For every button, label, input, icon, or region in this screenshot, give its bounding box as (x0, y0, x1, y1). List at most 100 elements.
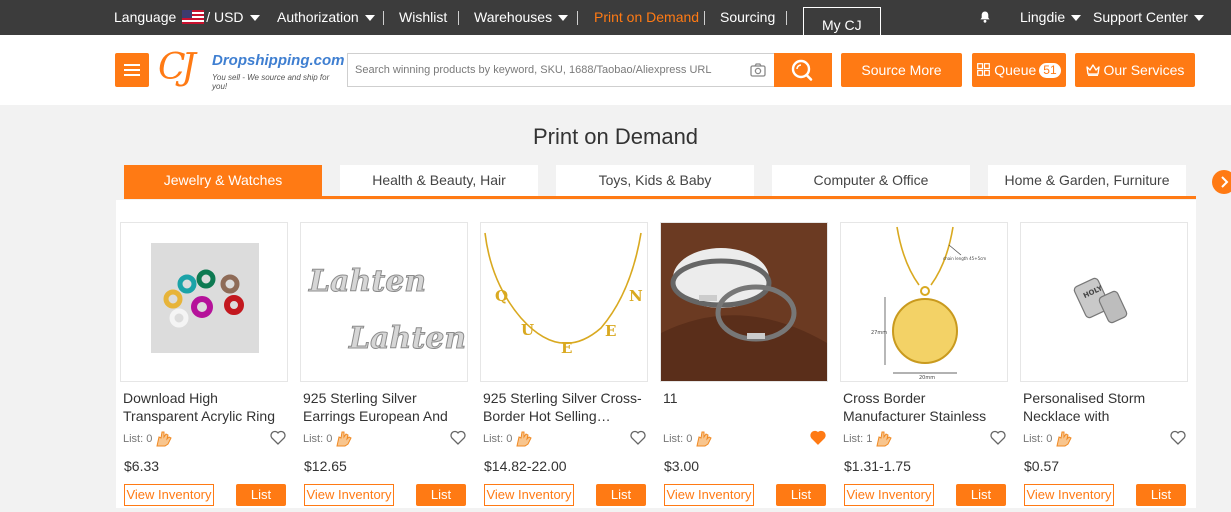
our-services-button[interactable]: Our Services (1075, 53, 1195, 87)
user-menu[interactable]: Lingdie (1020, 0, 1082, 35)
hand-point-icon (156, 431, 172, 447)
svg-text:Lahten: Lahten (308, 264, 426, 299)
svg-text:Lahten: Lahten (348, 321, 466, 356)
list-count: List: 0 (123, 433, 153, 445)
svg-text:E: E (561, 339, 572, 357)
print-on-demand-link[interactable]: Print on Demand (594, 0, 699, 35)
svg-text:27mm: 27mm (871, 330, 887, 336)
us-flag-icon (182, 10, 205, 24)
product-card[interactable]: QUEEN 925 Sterling Silver Cross-Border H… (480, 222, 648, 512)
hand-point-icon (336, 431, 352, 447)
product-price: $3.00 (664, 458, 700, 474)
support-center-label: Support Center (1093, 9, 1188, 25)
chevron-down-icon (1193, 15, 1204, 22)
list-button[interactable]: List (1136, 484, 1186, 506)
authorization-label: Authorization (277, 9, 359, 25)
queue-count-badge: 51 (1039, 63, 1061, 78)
search-input[interactable] (348, 54, 743, 86)
currency-label: / USD (206, 9, 244, 25)
list-button[interactable]: List (596, 484, 646, 506)
product-name[interactable]: Personalised Storm Necklace with Customi… (1023, 389, 1185, 425)
notification-bell-icon[interactable] (979, 11, 991, 25)
search-bar (347, 53, 774, 87)
list-button[interactable]: List (776, 484, 826, 506)
list-button[interactable]: List (956, 484, 1006, 506)
chevron-down-icon (364, 15, 375, 22)
hand-point-icon (876, 431, 892, 447)
product-card[interactable]: HOLY Personalised Storm Necklace with Cu… (1020, 222, 1188, 512)
cj-dropshipping-logo[interactable]: CJ Dropshipping.com You sell - We source… (158, 47, 345, 91)
tab-computer-office[interactable]: Computer & Office (772, 165, 970, 196)
product-image[interactable]: HOLY (1020, 222, 1188, 382)
svg-text:Q: Q (495, 287, 508, 305)
divider (383, 11, 384, 25)
tab-toys-kids-baby[interactable]: Toys, Kids & Baby (556, 165, 754, 196)
heart-icon[interactable] (450, 430, 466, 445)
name-earrings-photo: Lahten Lahten (301, 223, 467, 381)
wishlist-link[interactable]: Wishlist (399, 0, 447, 35)
source-more-button[interactable]: Source More (841, 53, 962, 87)
warehouses-label: Warehouses (474, 9, 553, 25)
hand-point-icon (516, 431, 532, 447)
grid-icon (977, 63, 991, 76)
hand-point-icon (696, 431, 712, 447)
product-card[interactable]: Lahten Lahten 925 Sterling Silver Earring… (300, 222, 468, 512)
tab-jewelry-watches[interactable]: Jewelry & Watches (124, 165, 322, 196)
product-name[interactable]: 925 Sterling Silver Earrings European An… (303, 389, 465, 425)
product-name[interactable]: Download High Transparent Acrylic Ring C… (123, 389, 285, 425)
acrylic-rings-photo (151, 243, 259, 353)
list-button[interactable]: List (416, 484, 466, 506)
list-count: List: 0 (663, 433, 693, 445)
product-price: $12.65 (304, 458, 347, 474)
chevron-right-icon (1221, 176, 1229, 188)
product-image[interactable]: chain length 45+5cm 27mm 20mm (840, 222, 1008, 382)
chevron-down-icon (558, 15, 569, 22)
product-name[interactable]: 11 (663, 389, 825, 425)
warehouses-menu[interactable]: Warehouses (474, 0, 569, 35)
view-inventory-button[interactable]: View Inventory (124, 484, 214, 506)
hand-point-icon (1056, 431, 1072, 447)
product-name[interactable]: 925 Sterling Silver Cross-Border Hot Sel… (483, 389, 645, 425)
product-price: $1.31-1.75 (844, 458, 911, 474)
heart-icon[interactable] (990, 430, 1006, 445)
logo-tagline: You sell - We source and ship for you! (212, 73, 330, 91)
our-services-label: Our Services (1103, 62, 1185, 78)
product-card[interactable]: 11 List: 0 $3.00 View Inventory List (660, 222, 828, 512)
support-center-menu[interactable]: Support Center (1093, 0, 1204, 35)
page-title: Print on Demand (532, 124, 699, 149)
crown-icon (1085, 64, 1100, 76)
heart-icon[interactable] (630, 430, 646, 445)
queue-button[interactable]: Queue 51 (972, 53, 1066, 87)
top-bar: Language / USD Authorization Wishlist Wa… (0, 0, 1231, 42)
svg-text:U: U (521, 321, 534, 339)
tab-home-garden-furniture[interactable]: Home & Garden, Furniture (988, 165, 1186, 196)
search-button[interactable] (774, 53, 832, 87)
heart-icon[interactable] (270, 430, 286, 445)
language-currency-selector[interactable]: Language / USD (114, 0, 260, 35)
menu-button[interactable] (115, 53, 149, 87)
product-image[interactable]: Lahten Lahten (300, 222, 468, 382)
camera-icon[interactable] (750, 63, 766, 77)
product-name[interactable]: Cross Border Manufacturer Stainless Stee… (843, 389, 1005, 425)
product-card[interactable]: Download High Transparent Acrylic Ring C… (120, 222, 288, 512)
product-image[interactable]: QUEEN (480, 222, 648, 382)
view-inventory-button[interactable]: View Inventory (484, 484, 574, 506)
view-inventory-button[interactable]: View Inventory (844, 484, 934, 506)
divider (577, 11, 578, 25)
view-inventory-button[interactable]: View Inventory (664, 484, 754, 506)
view-inventory-button[interactable]: View Inventory (1024, 484, 1114, 506)
list-count: List: 0 (483, 433, 513, 445)
heart-icon[interactable] (810, 430, 826, 445)
chevron-down-icon (1071, 15, 1082, 22)
view-inventory-button[interactable]: View Inventory (304, 484, 394, 506)
sourcing-link[interactable]: Sourcing (720, 0, 775, 35)
chevron-down-icon (249, 15, 260, 22)
product-card[interactable]: chain length 45+5cm 27mm 20mm Cross Border… (840, 222, 1008, 512)
list-button[interactable]: List (236, 484, 286, 506)
product-image[interactable] (120, 222, 288, 382)
tab-health-beauty-hair[interactable]: Health & Beauty, Hair (340, 165, 538, 196)
heart-icon[interactable] (1170, 430, 1186, 445)
authorization-menu[interactable]: Authorization (277, 0, 375, 35)
tabs-next-button[interactable] (1212, 170, 1231, 194)
product-image[interactable] (660, 222, 828, 382)
